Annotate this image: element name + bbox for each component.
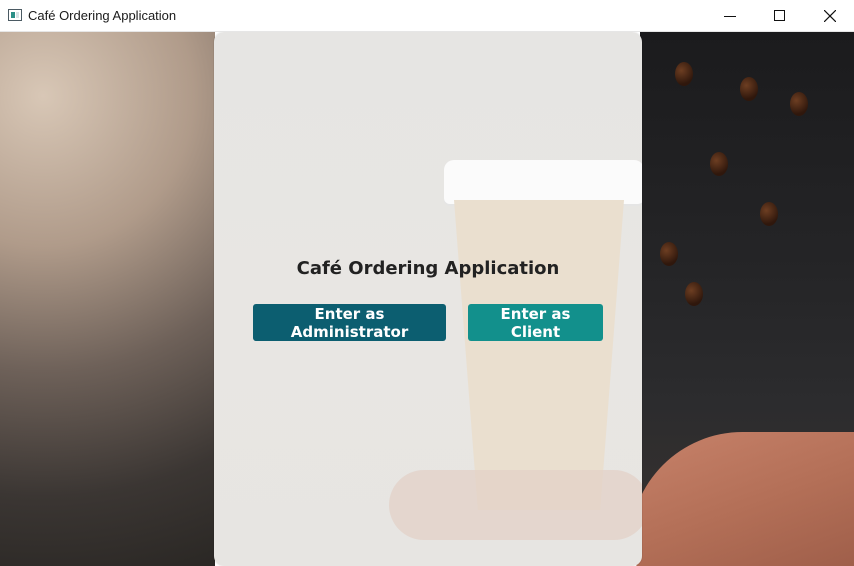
- window-title: Café Ordering Application: [28, 8, 177, 23]
- minimize-button[interactable]: [705, 0, 755, 32]
- maximize-button[interactable]: [755, 0, 805, 32]
- main-panel: Café Ordering Application Enter as Admin…: [214, 32, 642, 566]
- background-left-photo: [0, 32, 215, 566]
- enter-as-administrator-button[interactable]: Enter as Administrator: [253, 304, 446, 341]
- coffee-bean-image: [740, 77, 758, 101]
- coffee-bean-image: [760, 202, 778, 226]
- maximize-icon: [774, 10, 785, 21]
- coffee-bean-image: [710, 152, 728, 176]
- close-icon: [824, 10, 836, 22]
- app-content: Café Ordering Application Enter as Admin…: [0, 32, 854, 566]
- close-button[interactable]: [805, 0, 854, 32]
- coffee-bean-image: [660, 242, 678, 266]
- coffee-bean-image: [675, 62, 693, 86]
- coffee-bean-image: [685, 282, 703, 306]
- app-window-icon: [8, 9, 22, 21]
- enter-as-client-button[interactable]: Enter as Client: [468, 304, 603, 341]
- title-bar: Café Ordering Application: [0, 0, 854, 32]
- page-title: Café Ordering Application: [296, 258, 560, 279]
- hand-image: [389, 470, 642, 540]
- coffee-bean-image: [790, 92, 808, 116]
- minimize-icon: [724, 16, 736, 17]
